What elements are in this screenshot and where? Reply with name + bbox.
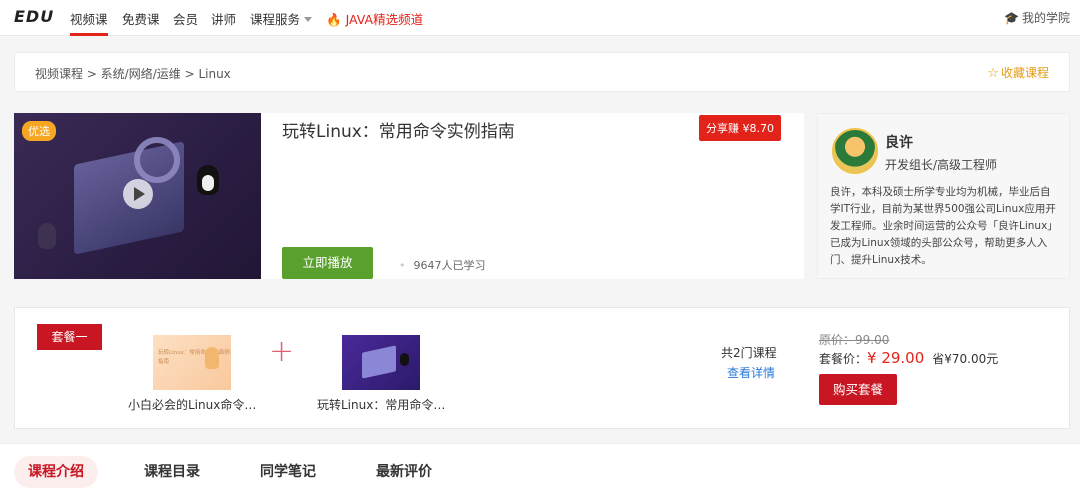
package-tag: 套餐一 [37,324,102,350]
play-icon[interactable] [123,179,153,209]
top-navigation: EDU 视频课 免费课 会员 讲师 课程服务 🔥 JAVA精选频道 🎓 我的学院 [0,0,1080,36]
my-school-link[interactable]: 🎓 我的学院 [1004,9,1070,26]
tab-course-catalog[interactable]: 课程目录 [130,456,214,488]
breadcrumb[interactable]: 视频课程 > 系统/网络/运维 > Linux [35,65,231,82]
avatar[interactable] [832,128,878,174]
course-hero: 优选 玩转Linux：常用命令实例指南 分享赚 ¥8.70 立即播放 • 9647… [14,113,804,279]
nav-item-lecturers[interactable]: 讲师 [211,9,236,28]
featured-badge: 优选 [22,121,56,141]
fire-icon: 🔥 [326,12,342,27]
share-earn-badge[interactable]: 分享赚 ¥8.70 [699,115,781,141]
course-title: 玩转Linux：常用命令实例指南 [282,122,515,142]
site-logo[interactable]: EDU [14,7,54,26]
teacher-role: 开发组长/高级工程师 [885,158,998,172]
package-course-name-1[interactable]: 小白必会的Linux命令… [128,396,256,413]
course-tabs: 课程介绍 课程目录 同学笔记 最新评价 [0,443,1080,501]
book-illustration [362,345,396,379]
nav-active-indicator [70,33,108,36]
course-package: 套餐一 玩转Linux：常用命令 全面例指南 + 小白必会的Linux命令… 玩… [14,307,1070,429]
nav-item-membership[interactable]: 会员 [173,9,198,28]
tab-student-notes[interactable]: 同学笔记 [246,456,330,488]
teacher-card: 良许 开发组长/高级工程师 良许，本科及硕士所学专业均为机械，毕业后自学IT行业… [817,113,1070,279]
bullet-dot: • [399,259,406,272]
my-school-label: 我的学院 [1021,11,1070,25]
linux-penguin-shadow-icon [38,223,56,249]
course-services-label: 课程服务 [250,12,301,27]
favorite-course-label: 收藏课程 [1000,66,1049,80]
nav-item-java-channel[interactable]: 🔥 JAVA精选频道 [326,9,423,28]
nav-item-video-courses[interactable]: 视频课 [70,9,108,28]
package-course-name-2[interactable]: 玩转Linux：常用命令… [317,396,445,413]
lightbulb-icon [205,347,219,369]
package-price-row: 套餐价：¥ 29.00 省¥70.00元 [819,349,998,367]
thumbnail-1-caption: 玩转Linux：常用命令 全面例指南 [158,350,230,365]
course-cover-image[interactable]: 优选 [14,113,261,279]
teacher-name[interactable]: 良许 [885,132,913,152]
learner-count-text: 9647人已学习 [413,259,486,272]
buy-package-button[interactable]: 购买套餐 [819,374,897,405]
plus-icon: + [269,334,295,369]
learner-count: • 9647人已学习 [399,257,486,273]
linux-penguin-icon [400,353,409,366]
original-price: 原价：99.00 [819,333,890,347]
view-details-link[interactable]: 查看详情 [727,364,775,381]
favorite-course-button[interactable]: ☆ 收藏课程 [987,64,1049,81]
nav-item-course-services[interactable]: 课程服务 [250,9,313,28]
breadcrumb-bar: 视频课程 > 系统/网络/运维 > Linux ☆ 收藏课程 [14,52,1070,92]
package-course-count: 共2门课程 [721,346,777,360]
tab-course-intro[interactable]: 课程介绍 [14,456,98,488]
package-course-thumbnail-1[interactable]: 玩转Linux：常用命令 全面例指南 [153,335,231,390]
package-course-thumbnail-2[interactable] [342,335,420,390]
nav-item-free-courses[interactable]: 免费课 [122,9,160,28]
package-price: ¥ 29.00 [867,349,925,367]
star-outline-icon: ☆ [987,66,999,81]
teacher-bio: 良许，本科及硕士所学专业均为机械，毕业后自学IT行业，目前为某世界500强公司L… [830,186,1058,266]
play-now-button[interactable]: 立即播放 [282,247,373,279]
tab-latest-reviews[interactable]: 最新评价 [362,456,446,488]
chevron-down-icon [304,17,313,22]
java-channel-label: JAVA精选频道 [345,12,424,27]
package-price-label: 套餐价： [819,352,868,366]
cover-magnifier-illustration [134,137,180,183]
graduation-cap-icon: 🎓 [1004,11,1019,25]
linux-penguin-icon [197,165,219,195]
savings-amount: 省¥70.00元 [932,352,999,366]
